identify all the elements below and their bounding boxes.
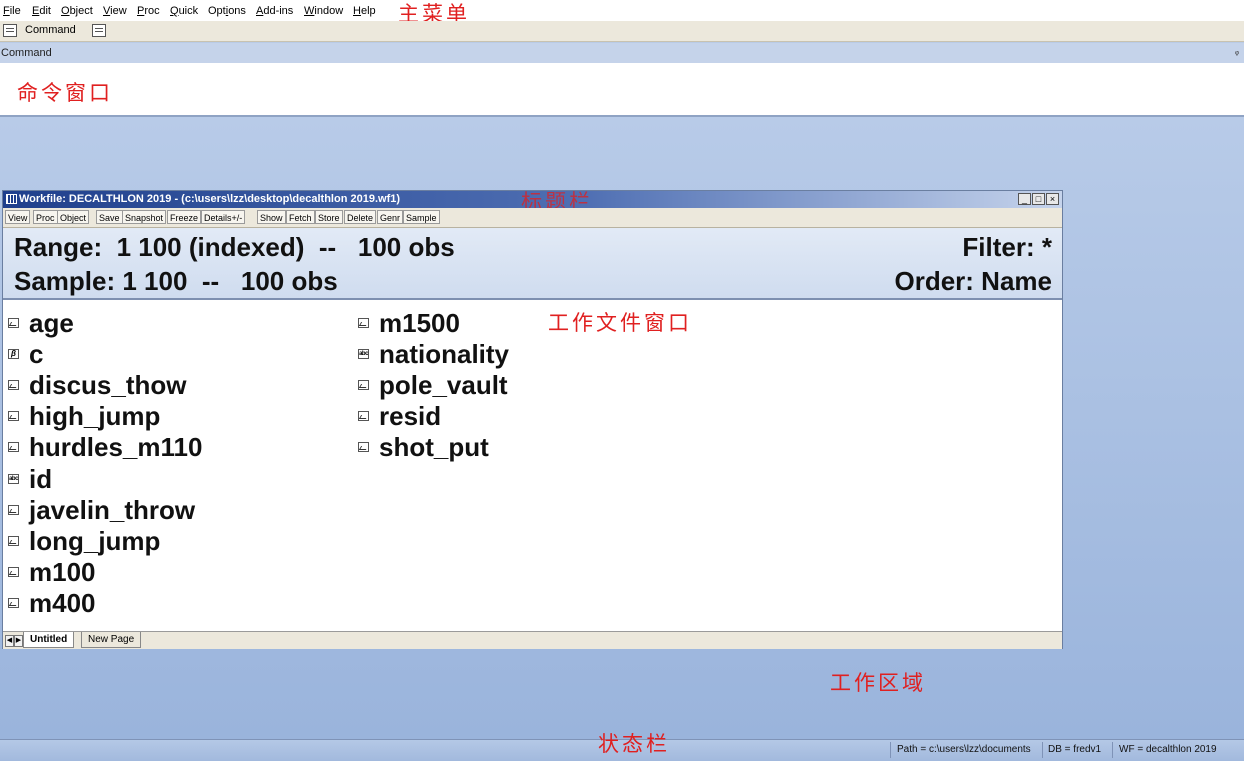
wf-fetch-button[interactable]: Fetch bbox=[286, 210, 315, 224]
annotation-command-window: 命令窗口 bbox=[17, 81, 113, 105]
sample-line[interactable]: Sample: 1 100 -- 100 obs bbox=[14, 266, 338, 297]
tab-scroll-left-icon[interactable]: ◀ bbox=[5, 635, 14, 647]
command-window-icon[interactable] bbox=[3, 24, 17, 37]
workfile-object-list: age βc discus_thow high_jump hurdles_m11… bbox=[8, 308, 692, 618]
menu-object[interactable]: Object bbox=[61, 5, 93, 17]
command-window-input[interactable]: 命令窗口 bbox=[0, 63, 1244, 117]
status-divider bbox=[1112, 742, 1113, 758]
close-icon[interactable]: × bbox=[1046, 193, 1059, 205]
command-window-title: Command bbox=[1, 47, 52, 59]
series-icon bbox=[358, 380, 369, 390]
tab-untitled[interactable]: Untitled bbox=[23, 632, 75, 648]
menu-addins[interactable]: Add-ins bbox=[256, 5, 293, 17]
wf-details-button[interactable]: Details+/- bbox=[201, 210, 246, 224]
series-icon bbox=[358, 318, 369, 328]
status-bar: 状态栏 Path = c:\users\lzz\documents DB = f… bbox=[0, 732, 1244, 761]
filter-line[interactable]: Filter: * bbox=[962, 232, 1052, 263]
command-window-header: Command ᵩ bbox=[0, 43, 1244, 63]
alpha-series-icon: abc bbox=[358, 349, 369, 359]
annotation-status-bar: 状态栏 bbox=[598, 732, 670, 756]
wf-object-button[interactable]: Object bbox=[57, 210, 90, 224]
tab-scroll-right-icon[interactable]: ▶ bbox=[14, 635, 23, 647]
workfile-window: Workfile: DECALTHLON 2019 - (c:\users\lz… bbox=[2, 190, 1063, 649]
page-tabs-bar: ◀ ▶ Untitled New Page bbox=[3, 631, 1062, 649]
alpha-series-icon: abc bbox=[8, 474, 19, 484]
workfile-title: Workfile: DECALTHLON 2019 - (c:\users\lz… bbox=[19, 193, 401, 205]
status-wf[interactable]: WF = decalthlon 2019 bbox=[1119, 744, 1217, 755]
series-icon bbox=[8, 598, 19, 608]
wf-show-button[interactable]: Show bbox=[257, 210, 286, 224]
series-icon bbox=[8, 380, 19, 390]
series-icon bbox=[8, 442, 19, 452]
coefficient-icon: β bbox=[8, 349, 19, 359]
capture-window-icon[interactable] bbox=[92, 24, 106, 37]
menu-options[interactable]: Options bbox=[208, 5, 246, 17]
wf-genr-button[interactable]: Genr bbox=[377, 210, 404, 224]
status-db[interactable]: DB = fredv1 bbox=[1048, 744, 1101, 755]
menu-window[interactable]: Window bbox=[304, 5, 343, 17]
maximize-icon[interactable]: □ bbox=[1032, 193, 1045, 205]
menu-help[interactable]: Help bbox=[353, 5, 376, 17]
tab-new-page[interactable]: New Page bbox=[81, 632, 142, 648]
wf-store-button[interactable]: Store bbox=[315, 210, 343, 224]
range-line[interactable]: Range: 1 100 (indexed) -- 100 obs bbox=[14, 232, 455, 263]
status-path[interactable]: Path = c:\users\lzz\documents bbox=[897, 744, 1031, 755]
series-icon bbox=[8, 318, 19, 328]
pin-icon[interactable]: ᵩ bbox=[1235, 46, 1239, 56]
wf-proc-button[interactable]: Proc bbox=[33, 210, 58, 224]
wf-freeze-button[interactable]: Freeze bbox=[167, 210, 202, 224]
annotation-work-area: 工作区域 bbox=[830, 671, 926, 695]
minimize-icon[interactable]: _ bbox=[1018, 193, 1031, 205]
menu-proc[interactable]: Proc bbox=[137, 5, 160, 17]
wf-delete-button[interactable]: Delete bbox=[344, 210, 377, 224]
series-icon bbox=[8, 411, 19, 421]
wf-sample-button[interactable]: Sample bbox=[403, 210, 440, 224]
series-icon bbox=[358, 442, 369, 452]
workfile-toolbar: View Proc Object Save Snapshot Freeze De… bbox=[3, 208, 1062, 228]
menu-file[interactable]: File bbox=[3, 5, 21, 17]
series-icon bbox=[8, 567, 19, 577]
wf-save-button[interactable]: Save bbox=[96, 210, 123, 224]
command-button-label[interactable]: Command bbox=[25, 24, 76, 36]
workfile-header: Range: 1 100 (indexed) -- 100 obs Sample… bbox=[3, 228, 1062, 300]
wf-snapshot-button[interactable]: Snapshot bbox=[122, 210, 167, 224]
series-icon bbox=[8, 536, 19, 546]
menu-edit[interactable]: Edit bbox=[32, 5, 51, 17]
status-divider bbox=[1042, 742, 1043, 758]
workfile-icon bbox=[6, 194, 17, 204]
order-line[interactable]: Order: Name bbox=[895, 266, 1053, 297]
command-toolbar: Command bbox=[0, 21, 1244, 42]
menu-quick[interactable]: Quick bbox=[170, 5, 198, 17]
main-menu-bar: File Edit Object View Proc Quick Options… bbox=[0, 0, 1244, 26]
wf-view-button[interactable]: View bbox=[5, 210, 31, 224]
series-icon bbox=[358, 411, 369, 421]
annotation-workfile-window: 工作文件窗口 bbox=[548, 311, 692, 335]
status-divider bbox=[890, 742, 891, 758]
series-icon bbox=[8, 505, 19, 515]
menu-view[interactable]: View bbox=[103, 5, 127, 17]
